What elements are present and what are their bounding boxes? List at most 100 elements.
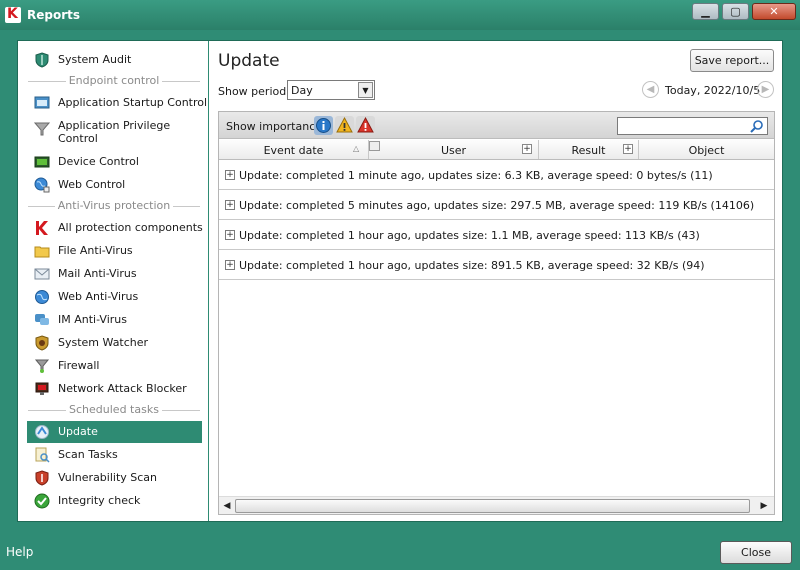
sidebar-item-im-antivirus[interactable]: IM Anti-Virus xyxy=(27,309,202,331)
app-window-icon xyxy=(34,96,50,109)
shield-watch-icon xyxy=(35,335,49,351)
next-date-icon[interactable]: ▶ xyxy=(757,81,774,98)
sidebar-item-label: All protection components xyxy=(58,221,203,234)
scrollbar-thumb[interactable] xyxy=(235,499,750,513)
sidebar-item-firewall[interactable]: Firewall xyxy=(27,355,202,377)
sidebar-item-network-attack-blocker[interactable]: Network Attack Blocker xyxy=(27,378,202,400)
folder-icon xyxy=(34,246,50,258)
period-select-value: Day xyxy=(291,84,313,97)
row-text: Update: completed 1 minute ago, updates … xyxy=(239,169,713,182)
sidebar-item-label: Application Startup Control xyxy=(58,96,208,109)
importance-toolbar: Show importance xyxy=(219,112,774,139)
column-object[interactable]: Object xyxy=(639,140,774,159)
table-row[interactable]: + Update: completed 1 hour ago, updates … xyxy=(219,250,774,280)
sidebar-item-label: Device Control xyxy=(58,155,139,168)
section-header-antivirus: Anti-Virus protection xyxy=(28,199,200,213)
sidebar-item-label: Mail Anti-Virus xyxy=(58,267,137,280)
sidebar-item-label: Application Privilege Control xyxy=(58,119,171,145)
minimize-button[interactable]: ▁ xyxy=(692,3,719,20)
globe-icon xyxy=(35,290,49,304)
sidebar-item-app-startup-control[interactable]: Application Startup Control xyxy=(27,92,207,114)
sidebar: System Audit Endpoint control Applicatio… xyxy=(18,41,209,521)
column-event-date[interactable]: Event date △ xyxy=(219,140,369,159)
date-label: Today, 2022/10/5 xyxy=(665,84,761,97)
expand-row-icon[interactable]: + xyxy=(225,170,235,180)
warning-importance-toggle[interactable] xyxy=(335,116,354,135)
sort-ascending-icon: △ xyxy=(353,144,360,153)
help-link[interactable]: Help xyxy=(6,545,33,559)
envelope-icon xyxy=(34,268,50,280)
horizontal-scrollbar[interactable]: ◀ ▶ xyxy=(219,496,774,514)
sidebar-item-scan-tasks[interactable]: Scan Tasks xyxy=(27,444,202,466)
sidebar-item-system-watcher[interactable]: System Watcher xyxy=(27,332,202,354)
sidebar-item-label: Vulnerability Scan xyxy=(58,471,158,484)
search-icon[interactable] xyxy=(750,119,764,133)
device-icon xyxy=(34,156,50,168)
group-expand-icon[interactable]: + xyxy=(623,144,633,154)
window-title: Reports xyxy=(27,8,81,22)
maximize-button[interactable]: ▢ xyxy=(722,3,749,20)
close-button[interactable]: Close xyxy=(720,541,792,564)
firewall-icon xyxy=(34,359,50,373)
sidebar-item-device-control[interactable]: Device Control xyxy=(27,151,202,173)
sidebar-item-mail-antivirus[interactable]: Mail Anti-Virus xyxy=(27,263,202,285)
close-window-button[interactable]: ✕ xyxy=(752,3,796,20)
vulnerability-icon xyxy=(35,470,49,486)
scroll-right-icon[interactable]: ▶ xyxy=(757,499,771,513)
scroll-left-icon[interactable]: ◀ xyxy=(220,499,234,513)
network-icon xyxy=(35,382,49,395)
sidebar-item-system-audit[interactable]: System Audit xyxy=(27,49,202,71)
sidebar-item-label: Scan Tasks xyxy=(58,448,118,461)
sidebar-item-integrity-check[interactable]: Integrity check xyxy=(27,490,202,512)
section-header-endpoint: Endpoint control xyxy=(28,74,200,88)
column-user[interactable]: User + xyxy=(369,140,539,159)
page-title: Update xyxy=(218,51,280,71)
sidebar-item-web-antivirus[interactable]: Web Anti-Virus xyxy=(27,286,202,308)
row-text: Update: completed 1 hour ago, updates si… xyxy=(239,259,705,272)
sidebar-item-all-protection[interactable]: All protection components xyxy=(27,217,203,239)
sidebar-item-label: Web Control xyxy=(58,178,126,191)
column-result[interactable]: Result + xyxy=(539,140,639,159)
sidebar-item-vulnerability-scan[interactable]: Vulnerability Scan xyxy=(27,467,202,489)
warning-icon xyxy=(336,116,353,133)
info-importance-toggle[interactable] xyxy=(314,116,333,135)
critical-importance-toggle[interactable] xyxy=(356,116,375,135)
table-row[interactable]: + Update: completed 5 minutes ago, updat… xyxy=(219,190,774,220)
expand-row-icon[interactable]: + xyxy=(225,200,235,210)
critical-icon xyxy=(357,116,374,133)
funnel-icon xyxy=(34,122,50,136)
sidebar-item-app-privilege-control[interactable]: Application Privilege Control xyxy=(27,118,202,146)
sidebar-item-label: Firewall xyxy=(58,359,100,372)
update-icon xyxy=(35,425,49,439)
sidebar-item-web-control[interactable]: Web Control xyxy=(27,174,202,196)
search-field[interactable] xyxy=(617,117,768,135)
chevron-down-icon[interactable]: ▼ xyxy=(358,82,373,98)
sidebar-item-label: Network Attack Blocker xyxy=(58,382,187,395)
sidebar-item-label: Update xyxy=(58,425,98,438)
expand-row-icon[interactable]: + xyxy=(225,230,235,240)
sidebar-item-label: System Watcher xyxy=(58,336,149,349)
info-icon xyxy=(316,118,331,133)
scan-icon xyxy=(35,447,50,463)
previous-date-icon[interactable]: ◀ xyxy=(642,81,659,98)
search-input[interactable] xyxy=(620,119,748,133)
shield-icon xyxy=(35,52,49,68)
show-importance-label: Show importance xyxy=(226,120,323,133)
kaspersky-logo-icon: K xyxy=(5,6,21,23)
save-report-button[interactable]: Save report... xyxy=(690,49,774,72)
sidebar-item-label: IM Anti-Virus xyxy=(58,313,127,326)
expand-row-icon[interactable]: + xyxy=(225,260,235,270)
globe-icon xyxy=(34,177,50,193)
sidebar-item-label: File Anti-Virus xyxy=(58,244,133,257)
client-area: System Audit Endpoint control Applicatio… xyxy=(17,40,783,522)
sidebar-item-update[interactable]: Update xyxy=(27,421,202,443)
group-expand-icon[interactable]: + xyxy=(522,144,532,154)
period-select[interactable]: Day ▼ xyxy=(287,80,375,100)
title-bar[interactable]: K Reports ▁ ▢ ✕ xyxy=(0,0,800,30)
kaspersky-icon xyxy=(36,221,48,235)
table-row[interactable]: + Update: completed 1 hour ago, updates … xyxy=(219,220,774,250)
table-header: Event date △ User + Result + Object xyxy=(219,140,774,160)
sidebar-item-label: Web Anti-Virus xyxy=(58,290,139,303)
table-row[interactable]: + Update: completed 1 minute ago, update… xyxy=(219,160,774,190)
sidebar-item-file-antivirus[interactable]: File Anti-Virus xyxy=(27,240,202,262)
